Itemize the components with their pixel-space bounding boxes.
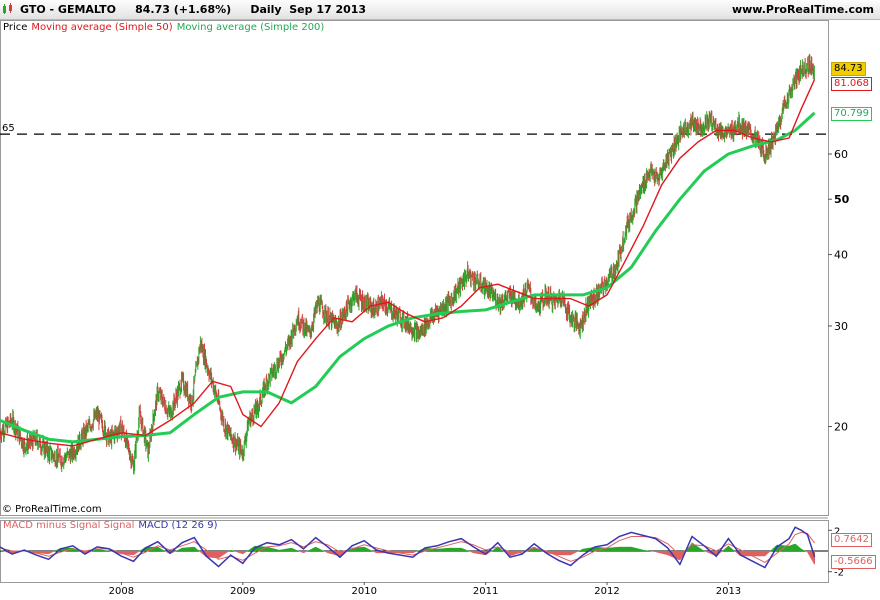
macd-legend: MACD minus Signal Signal MACD (12 26 9): [3, 520, 222, 531]
chart-title: GTO - GEMALTO 84.73 (+1.68%) Daily Sep 1…: [20, 3, 367, 16]
resistance-label: 65: [2, 123, 15, 134]
legend-macd: MACD (12 26 9): [138, 520, 218, 531]
price-legend: Price Moving average (Simple 50) Moving av…: [3, 22, 328, 33]
price-tick-label: 60: [834, 148, 848, 161]
legend-price: Price: [3, 22, 28, 33]
macd-tick-label: -2: [834, 568, 844, 579]
year-tick-label: 2009: [230, 586, 255, 597]
signal-value-tag: 0.7642: [831, 533, 872, 548]
copyright-label: © ProRealTime.com: [2, 504, 102, 515]
site-link[interactable]: www.ProRealTime.com: [732, 3, 874, 16]
ma200-line: [0, 111, 816, 444]
price-tick-label: 50: [834, 193, 850, 206]
price-bars: [0, 53, 815, 475]
chart-header: GTO - GEMALTO 84.73 (+1.68%) Daily Sep 1…: [0, 0, 880, 20]
price-chart[interactable]: 2030405060652-22008 2009 2010 2011 2012 2013: [0, 20, 880, 600]
price-tick-label: 20: [834, 421, 848, 434]
price-tick-label: 30: [834, 320, 848, 333]
legend-ma200: Moving average (Simple 200): [176, 22, 325, 33]
year-tick-label: 2010: [351, 586, 376, 597]
year-tick-label: 2008: [109, 586, 134, 597]
last-price-tag: 84.73: [831, 62, 866, 77]
price-tick-label: 40: [834, 249, 848, 262]
year-tick-label: 2011: [473, 586, 498, 597]
candlestick-icon: [3, 3, 12, 14]
macd-value-tag: -0.5666: [831, 554, 876, 569]
year-tick-label: 2012: [594, 586, 619, 597]
year-tick-label: 2013: [716, 586, 741, 597]
ma200-value-tag: 70.799: [831, 106, 872, 121]
legend-macd-hist: MACD minus Signal Signal: [3, 520, 135, 531]
ma50-value-tag: 81.068: [831, 77, 872, 92]
legend-ma50: Moving average (Simple 50): [31, 22, 173, 33]
